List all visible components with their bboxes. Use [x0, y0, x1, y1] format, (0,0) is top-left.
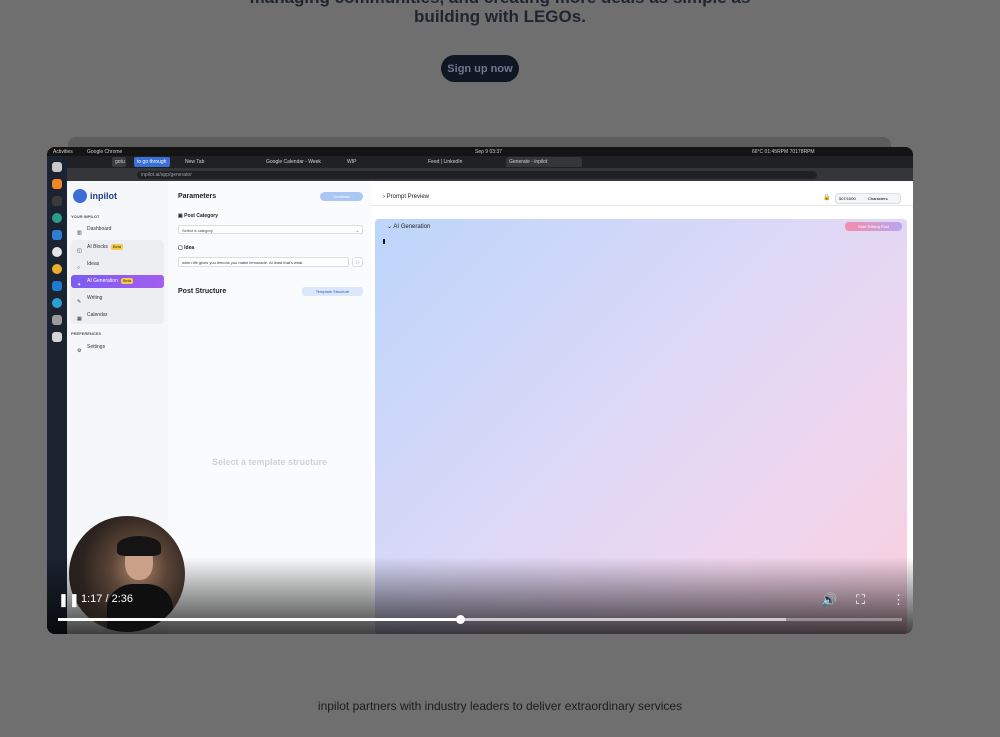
- volume-icon[interactable]: 🔊: [821, 592, 837, 608]
- app-icon[interactable]: [52, 213, 62, 223]
- tab-new-tab[interactable]: New Tab: [182, 157, 258, 167]
- char-label: Characters: [868, 196, 888, 201]
- idea-input[interactable]: when life gives you lemons you make lemo…: [178, 257, 349, 267]
- category-select[interactable]: Select a category ⌄: [178, 225, 363, 234]
- trash-icon[interactable]: [52, 315, 62, 325]
- category-select-value: Select a category: [182, 228, 213, 233]
- files-icon[interactable]: [52, 162, 62, 172]
- active-app-name: Google Chrome: [87, 149, 123, 155]
- generate-button[interactable]: Generate: [320, 192, 363, 201]
- pinned-tab-gotu[interactable]: gotu: [112, 157, 126, 167]
- pinned-tab-to-go-through[interactable]: to go through: [134, 157, 170, 167]
- played-bar: [58, 618, 461, 621]
- webcam-overlay: [69, 516, 185, 632]
- docker-icon[interactable]: [52, 230, 62, 240]
- software-icon[interactable]: [52, 179, 62, 189]
- lock-icon[interactable]: 🔒: [823, 194, 830, 201]
- address-bar[interactable]: inpilot.ai/app/generator: [137, 171, 817, 179]
- template-structure-button[interactable]: Template Structure: [302, 287, 363, 296]
- blocks-icon: ◱: [77, 248, 82, 254]
- section-label-your-inpilot: YOUR INPILOT: [71, 214, 100, 219]
- chrome-icon[interactable]: [52, 264, 62, 274]
- demo-video-player[interactable]: Activities Google Chrome Sep 9 03:37 66°…: [47, 147, 913, 634]
- hero-heading-line-2: building with LEGOs.: [414, 7, 586, 26]
- section-label-preferences: PREFERENCES: [71, 331, 102, 336]
- prompt-preview-toggle[interactable]: › Prompt Preview: [383, 194, 429, 200]
- fullscreen-icon[interactable]: ⛶: [856, 592, 865, 608]
- sidebar-item-ideas[interactable]: ○ Ideas: [71, 258, 164, 271]
- os-clock: Sep 9 03:37: [475, 149, 502, 155]
- sidebar-item-ai-generation[interactable]: ✦ AI Generation Beta: [71, 275, 164, 288]
- sidebar-item-dashboard[interactable]: ▥ Dashboard: [71, 223, 164, 236]
- scrubber-handle[interactable]: [456, 615, 466, 624]
- activities-label[interactable]: Activities: [53, 149, 73, 155]
- pause-icon[interactable]: ❚❚: [58, 592, 80, 608]
- post-category-label: ▣ Post Category: [178, 213, 219, 219]
- terminal-icon[interactable]: [52, 196, 62, 206]
- idea-assist-icon[interactable]: ⚇: [352, 257, 363, 267]
- presenter-body: [107, 584, 173, 632]
- sidebar-item-label: Writing: [87, 295, 103, 301]
- tab-wip[interactable]: WIP: [344, 157, 420, 167]
- telegram-icon[interactable]: [52, 298, 62, 308]
- sidebar-item-label: AI Blocks: [87, 244, 108, 250]
- drive-icon[interactable]: [52, 332, 62, 342]
- tab-generate-inpilot[interactable]: Generate - inpilot: [506, 157, 582, 167]
- sidebar-item-calendar[interactable]: ▦ Calendar: [71, 309, 164, 322]
- sidebar-item-label: Settings: [87, 344, 106, 350]
- browser-toolbar: inpilot.ai/app/generator: [67, 168, 913, 181]
- sidebar-item-label: Calendar: [87, 312, 108, 318]
- post-structure-title: Post Structure: [178, 288, 227, 295]
- presenter-headphones: [117, 536, 161, 556]
- bulb-icon: ○: [77, 265, 81, 271]
- sidebar-item-label: AI Generation: [87, 278, 118, 284]
- sidebar-item-label: Dashboard: [87, 226, 112, 232]
- system-stats: 66°C 01:45RPM 70178RPM: [752, 149, 815, 155]
- beta-badge: Beta: [110, 243, 124, 250]
- sidebar-item-label: Ideas: [87, 261, 100, 267]
- slack-icon[interactable]: [52, 247, 62, 257]
- playback-progress-bar[interactable]: [58, 615, 902, 624]
- prompt-preview-bar[interactable]: › Prompt Preview 🔒 507/1000 Characters: [371, 191, 913, 206]
- partners-tagline: inpilot partners with industry leaders t…: [317, 699, 683, 713]
- sparkle-icon: ✦: [77, 282, 82, 288]
- empty-template-message: Select a template structure: [211, 457, 328, 467]
- sidebar-item-writing[interactable]: ✎ Writing: [71, 292, 164, 305]
- pen-icon: ✎: [77, 299, 82, 305]
- os-top-bar: Activities Google Chrome Sep 9 03:37 66°…: [47, 147, 913, 156]
- brand-name: inpilot: [90, 191, 117, 201]
- idea-label: ▢ Idea: [178, 245, 195, 251]
- gear-icon: ⚙: [77, 348, 82, 354]
- beta-badge: Beta: [120, 277, 134, 284]
- sidebar-item-settings[interactable]: ⚙ Settings: [71, 341, 164, 354]
- parameters-title: Parameters: [178, 193, 217, 200]
- tab-google-calendar[interactable]: Google Calendar - Week: [263, 157, 339, 167]
- tab-linkedin[interactable]: Feed | LinkedIn: [425, 157, 501, 167]
- inpilot-logo-icon: [73, 189, 87, 203]
- sidebar-item-ai-blocks[interactable]: ◱ AI Blocks Beta: [71, 241, 164, 254]
- start-editing-button[interactable]: Start Editing Post: [845, 222, 902, 231]
- char-count: 507/1000: [839, 196, 856, 201]
- chart-icon: ▥: [77, 230, 82, 236]
- more-options-icon[interactable]: ⋮: [892, 592, 905, 608]
- calendar-icon: ▦: [77, 316, 82, 322]
- text-cursor: [383, 239, 385, 244]
- playback-time: 1:17 / 2:36: [81, 593, 133, 605]
- vscode-icon[interactable]: [52, 281, 62, 291]
- character-counter: 507/1000 Characters: [835, 193, 901, 204]
- sign-up-button[interactable]: Sign up now: [441, 55, 519, 82]
- ai-generation-title: ⌄ AI Generation: [387, 224, 431, 230]
- browser-tab-strip: gotu to go through New Tab Google Calend…: [67, 156, 913, 168]
- chevron-down-icon: ⌄: [355, 228, 359, 233]
